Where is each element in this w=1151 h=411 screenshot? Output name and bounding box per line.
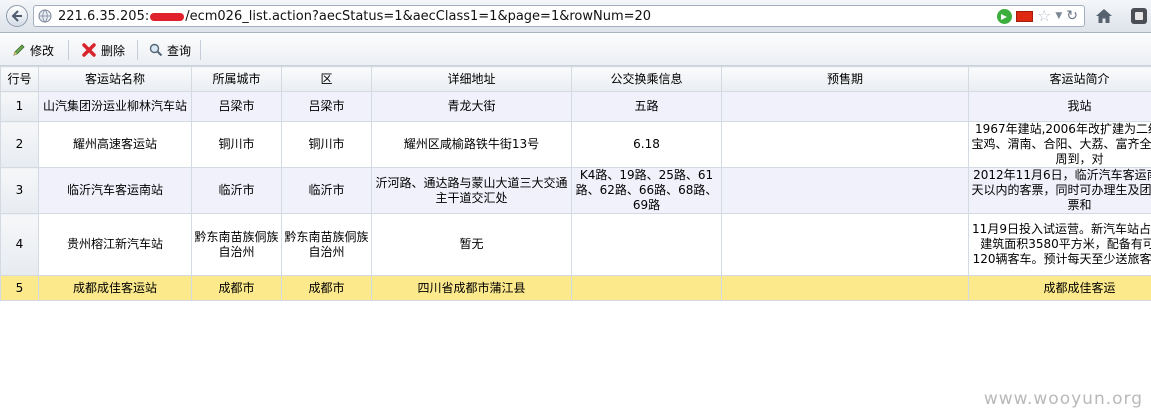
district-cell: 铜川市 xyxy=(281,121,372,168)
district-cell: 临沂市 xyxy=(281,167,372,214)
toolbar-divider xyxy=(200,40,201,60)
table-header-row: 行号 客运站名称 所属城市 区 详细地址 公交换乘信息 预售期 客运站简介 xyxy=(0,66,1151,92)
search-label: 查询 xyxy=(167,43,192,58)
url-host: 221.6.35.205: xyxy=(58,9,150,24)
reload-icon[interactable]: ↻ xyxy=(1066,8,1078,24)
col-header-address[interactable]: 详细地址 xyxy=(371,66,572,92)
intro-cell: 成都成佳客运 xyxy=(968,275,1151,301)
intro-cell: 2012年11月6日，临沂汽车客运南售15天以内的客票，同时可办理生及团体优惠票… xyxy=(968,167,1151,214)
redaction-mark xyxy=(150,12,185,21)
row-number: 5 xyxy=(0,275,39,301)
action-toolbar: 修改 删除 查询 xyxy=(0,34,1151,66)
col-header-presale[interactable]: 预售期 xyxy=(721,66,969,92)
city-cell: 黔东南苗族侗族自治州 xyxy=(191,213,282,276)
col-header-district[interactable]: 区 xyxy=(281,66,372,92)
presale-cell xyxy=(721,213,969,276)
url-text: 221.6.35.205: /ecm026_list.action?aecStat… xyxy=(58,9,651,24)
extension-icon[interactable] xyxy=(1131,8,1147,24)
transit-cell xyxy=(571,213,722,276)
url-path: /ecm026_list.action?aecStatus=1&aecClass… xyxy=(185,9,652,24)
presale-cell xyxy=(721,167,969,214)
row-number: 3 xyxy=(0,167,39,214)
district-cell: 吕梁市 xyxy=(281,91,372,122)
station-name-cell: 山汽集团汾运业柳林汽车站 xyxy=(38,91,192,122)
presale-cell xyxy=(721,91,969,122)
address-cell: 沂河路、通达路与蒙山大道三大交通主干道交汇处 xyxy=(371,167,572,214)
station-name-cell: 耀州高速客运站 xyxy=(38,121,192,168)
back-arrow-icon xyxy=(11,10,22,22)
intro-cell: 1967年建站,2006年改扩建为二级阳、宝鸡、渭南、合阳、大荔、富齐全，服务周… xyxy=(968,121,1151,168)
city-cell: 吕梁市 xyxy=(191,91,282,122)
row-number: 2 xyxy=(0,121,39,168)
edit-button[interactable]: 修改 xyxy=(8,40,58,60)
city-cell: 成都市 xyxy=(191,275,282,301)
table-row[interactable]: 4 贵州榕江新汽车站 黔东南苗族侗族自治州 黔东南苗族侗族自治州 暂无 11月9… xyxy=(0,213,1151,276)
delete-x-icon xyxy=(82,43,96,57)
station-name-cell: 贵州榕江新汽车站 xyxy=(38,213,192,276)
city-cell: 临沂市 xyxy=(191,167,282,214)
china-flag-icon xyxy=(1016,10,1033,22)
delete-label: 删除 xyxy=(101,43,126,58)
address-cell: 耀州区咸榆路铁牛街13号 xyxy=(371,121,572,168)
table-row[interactable]: 1 山汽集团汾运业柳林汽车站 吕梁市 吕梁市 青龙大街 五路 我站 xyxy=(0,91,1151,122)
row-number: 1 xyxy=(0,91,39,122)
district-cell: 黔东南苗族侗族自治州 xyxy=(281,213,372,276)
col-header-row-number[interactable]: 行号 xyxy=(0,66,39,92)
go-icon[interactable] xyxy=(997,8,1012,24)
toolbar-divider xyxy=(137,40,138,60)
station-name-cell: 成都成佳客运站 xyxy=(38,275,192,301)
col-header-city[interactable]: 所属城市 xyxy=(191,66,282,92)
city-cell: 铜川市 xyxy=(191,121,282,168)
station-table: 行号 客运站名称 所属城市 区 详细地址 公交换乘信息 预售期 客运站简介 1 … xyxy=(0,66,1151,301)
watermark: www.wooyun.org xyxy=(983,389,1143,409)
toolbar-divider xyxy=(68,40,69,60)
transit-cell xyxy=(571,275,722,301)
intro-cell: 我站 xyxy=(968,91,1151,122)
station-name-cell: 临沂汽车客运南站 xyxy=(38,167,192,214)
transit-cell: 6.18 xyxy=(571,121,722,168)
intro-cell: 11月9日投入试运营。新汽车站占地站房建筑面积3580平方米，配备有可容纳120… xyxy=(968,213,1151,276)
table-row[interactable]: 2 耀州高速客运站 铜川市 铜川市 耀州区咸榆路铁牛街13号 6.18 1967… xyxy=(0,121,1151,168)
transit-cell: 五路 xyxy=(571,91,722,122)
globe-icon xyxy=(38,9,52,23)
search-button[interactable]: 查询 xyxy=(145,40,195,60)
table-row-selected[interactable]: 5 成都成佳客运站 成都市 成都市 四川省成都市蒲江县 成都成佳客运 xyxy=(0,275,1151,301)
presale-cell xyxy=(721,121,969,168)
edit-label: 修改 xyxy=(30,43,55,58)
delete-button[interactable]: 删除 xyxy=(77,40,129,60)
table-row[interactable]: 3 临沂汽车客运南站 临沂市 临沂市 沂河路、通达路与蒙山大道三大交通主干道交汇… xyxy=(0,167,1151,214)
address-cell: 暂无 xyxy=(371,213,572,276)
row-number: 4 xyxy=(0,213,39,276)
presale-cell xyxy=(721,275,969,301)
transit-cell: K4路、19路、25路、61路、62路、66路、68路、69路 xyxy=(571,167,722,214)
chevron-down-icon[interactable]: ▼ xyxy=(1055,11,1062,21)
col-header-station-name[interactable]: 客运站名称 xyxy=(38,66,192,92)
magnifier-icon xyxy=(149,43,163,57)
bookmark-star-icon[interactable]: ☆ xyxy=(1037,8,1051,24)
address-cell: 四川省成都市蒲江县 xyxy=(371,275,572,301)
col-header-intro[interactable]: 客运站简介 xyxy=(968,66,1151,92)
col-header-transit[interactable]: 公交换乘信息 xyxy=(571,66,722,92)
address-cell: 青龙大街 xyxy=(371,91,572,122)
pencil-icon xyxy=(13,44,25,56)
address-bar[interactable]: 221.6.35.205: /ecm026_list.action?aecStat… xyxy=(33,5,1085,27)
browser-toolbar: 221.6.35.205: /ecm026_list.action?aecStat… xyxy=(0,0,1151,33)
district-cell: 成都市 xyxy=(281,275,372,301)
home-icon[interactable] xyxy=(1095,8,1113,24)
back-button[interactable] xyxy=(6,5,28,27)
